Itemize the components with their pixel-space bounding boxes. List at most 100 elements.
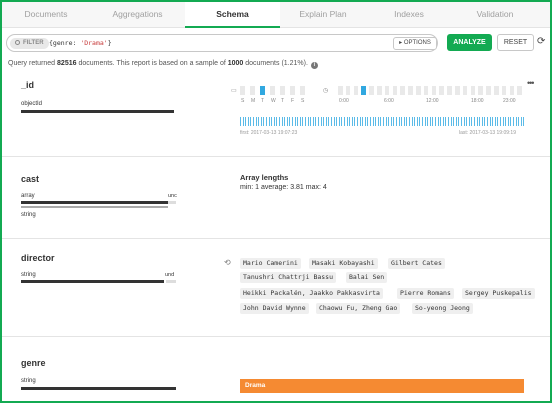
timestamp-tick: [471, 117, 473, 126]
timestamp-tick: [507, 117, 509, 126]
tab-schema[interactable]: Schema: [185, 2, 280, 28]
weekday-label: W: [271, 98, 276, 104]
field-name-cast: cast: [21, 174, 40, 184]
timestamp-tick: [414, 117, 416, 126]
hour-bar: [501, 86, 507, 95]
timestamp-tick: [500, 117, 501, 126]
shuffle-icon[interactable]: ⟲: [224, 258, 231, 267]
field-type-genre: string: [21, 378, 36, 384]
hour-bar: [338, 86, 343, 95]
timestamp-tick: [409, 117, 410, 126]
timestamp-tick: [523, 117, 525, 126]
director-value-chip[interactable]: Chaowu Fu, Zheng Gao: [316, 303, 401, 314]
timestamp-rug: [240, 117, 525, 126]
timestamp-tick: [513, 117, 514, 126]
info-icon[interactable]: i: [310, 62, 318, 69]
hour-bar: [361, 86, 366, 95]
hour-bar: [509, 86, 515, 95]
filter-label: FILTER: [23, 40, 44, 46]
timestamp-tick: [435, 117, 436, 126]
hour-bar: [431, 86, 437, 95]
timestamp-tick: [307, 117, 309, 126]
tab-explain-plan[interactable]: Explain Plan: [280, 2, 366, 28]
timestamp-tick: [318, 117, 319, 126]
timestamp-tick: [440, 117, 442, 126]
timestamp-tick: [377, 117, 379, 126]
director-value-chip[interactable]: Tanushri Chattrji Bassu: [240, 272, 337, 283]
director-value-chip[interactable]: Masaki Kobayashi: [309, 258, 378, 269]
calendar-icon: ▭: [231, 88, 237, 94]
weekday-label: T: [261, 98, 265, 104]
hour-label: 0:00: [339, 98, 349, 104]
timestamp-tick: [346, 117, 348, 126]
hour-bar: [447, 86, 452, 95]
tab-bar: Documents Aggregations Schema Explain Pl…: [2, 2, 550, 28]
hour-bar: [392, 86, 398, 95]
field-row-cast: [2, 157, 550, 239]
hour-bar: [384, 86, 390, 95]
director-value-chip[interactable]: Gilbert Cates: [388, 258, 445, 269]
tab-documents[interactable]: Documents: [2, 2, 90, 28]
timestamp-tick: [370, 117, 371, 126]
summary-sample: 1000: [227, 60, 244, 67]
hour-bar: [455, 86, 460, 95]
hour-bar: [353, 86, 359, 95]
weekday-label: T: [281, 98, 285, 104]
tab-validation[interactable]: Validation: [452, 2, 538, 28]
director-value-chip[interactable]: Sergey Puskepalis: [462, 288, 535, 299]
timestamp-tick: [325, 117, 327, 126]
timestamp-tick: [398, 117, 400, 126]
filter-close: }: [107, 39, 112, 47]
timestamp-tick: [312, 117, 314, 126]
director-value-chip[interactable]: Pierre Romans: [397, 288, 454, 299]
field-type-cast-tail: unc: [168, 193, 177, 199]
timestamp-tick: [255, 117, 257, 126]
weekday-bar: [240, 86, 245, 95]
timestamp-tick: [476, 117, 478, 126]
timestamp-tick: [424, 117, 426, 126]
weekday-bar: [280, 86, 285, 95]
field-type-bar-director-undefined: [166, 280, 176, 283]
timestamp-tick: [481, 117, 483, 126]
timestamp-tick: [448, 117, 449, 126]
timestamp-tick: [351, 117, 353, 126]
timestamp-tick: [380, 117, 382, 126]
timestamp-tick: [279, 117, 280, 126]
field-type-director: string: [21, 272, 36, 278]
genre-value-bar[interactable]: [240, 379, 524, 393]
director-value-chip[interactable]: So-yeong Jeong: [412, 303, 473, 314]
director-value-chip[interactable]: Balai Sen: [346, 272, 388, 283]
options-button[interactable]: ▸ OPTIONS: [393, 37, 437, 50]
field-type-bar-director: [21, 280, 164, 283]
weekday-label: F: [291, 98, 295, 104]
director-value-chip[interactable]: Mario Camerini: [240, 258, 301, 269]
tab-aggregations[interactable]: Aggregations: [90, 2, 185, 28]
schema-window: Documents Aggregations Schema Explain Pl…: [0, 0, 552, 403]
refresh-icon[interactable]: ⟳: [537, 34, 549, 51]
timestamp-tick: [354, 117, 356, 126]
timestamp-tick: [302, 117, 304, 126]
field-type-bar-cast-string: [21, 206, 168, 208]
reset-button[interactable]: RESET: [497, 34, 534, 51]
timestamp-tick: [299, 117, 301, 126]
filter-input[interactable]: FILTER {genre: 'Drama'} ▸ OPTIONS: [6, 34, 438, 52]
director-value-chip[interactable]: John David Wynne: [240, 303, 309, 314]
timestamp-tick: [242, 117, 244, 126]
timestamp-tick: [349, 117, 351, 126]
field-type-director-tail: und: [165, 272, 175, 278]
hour-label: 18:00: [471, 98, 484, 104]
timestamp-tick: [442, 117, 444, 126]
director-value-chip[interactable]: Heikki Packalén, Jaakko Pakkasvirta: [240, 288, 383, 299]
field-type-cast-string: string: [21, 212, 36, 218]
summary-middle: documents. This report is based on a sam…: [76, 60, 228, 67]
timestamp-tick: [520, 117, 522, 126]
tab-indexes[interactable]: Indexes: [366, 2, 452, 28]
timestamp-tick: [245, 117, 247, 126]
timestamp-tick: [427, 117, 429, 126]
summary-prefix: Query returned: [8, 60, 58, 67]
timestamp-tick: [344, 117, 345, 126]
hour-bar: [408, 86, 413, 95]
query-summary: Query returned 82516 documents. This rep…: [8, 60, 318, 69]
timestamp-tick: [489, 117, 491, 126]
analyze-button[interactable]: ANALYZE: [447, 34, 492, 51]
